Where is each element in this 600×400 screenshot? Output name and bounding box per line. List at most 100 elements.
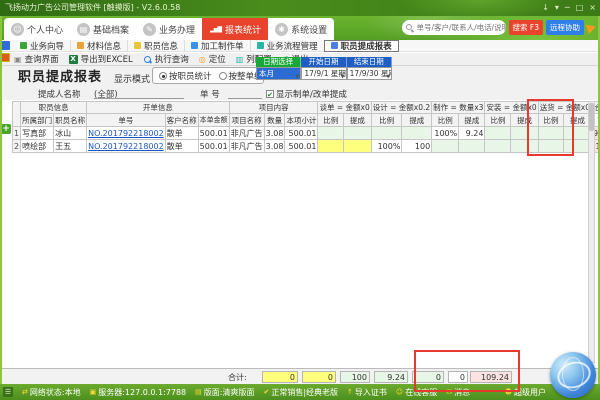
status-service[interactable]: ☺在线客服 <box>396 387 437 398</box>
close-icon[interactable]: × <box>589 0 596 16</box>
nav-tab-label: 个人中心 <box>27 23 63 36</box>
mode-radio-1[interactable]: 按职员统计 <box>159 70 212 82</box>
subtab-1[interactable]: 业务向导 <box>14 40 70 52</box>
table-cell[interactable] <box>318 140 344 153</box>
subtab-4[interactable]: 加工制作单 <box>184 40 250 52</box>
table-cell[interactable]: 2 <box>13 140 21 153</box>
subtab-2[interactable]: 材料信息 <box>70 40 127 52</box>
scrollbar-thumb[interactable] <box>589 103 594 131</box>
table-cell[interactable]: 喷绘部 <box>21 140 54 153</box>
column-header: 比例 <box>318 114 344 127</box>
remote-assist-button[interactable]: 远程协助 <box>546 20 584 35</box>
vertical-scrollbar[interactable] <box>588 101 595 363</box>
table-cell[interactable] <box>402 127 432 140</box>
table-cell[interactable]: 100% <box>432 127 459 140</box>
status-import[interactable]: ↑导入证书 <box>347 387 387 398</box>
table-cell[interactable]: 500.01 <box>285 127 318 140</box>
table-cell[interactable]: 100 <box>402 140 432 153</box>
status-message[interactable]: ✉消息 <box>446 387 470 398</box>
column-group-header: 谈单 = 金额x0 <box>318 102 371 114</box>
table-cell[interactable] <box>511 140 538 153</box>
table-cell[interactable]: 500.01 <box>285 140 318 153</box>
subtab-5[interactable]: 业务流程管理 <box>250 40 324 52</box>
form-icon: ▣ <box>14 55 22 64</box>
status-items-left: ⇄网络状态:本地▣服务器:127.0.0.1:7788▤版面:清爽版面✔正常销售… <box>22 387 470 398</box>
service-icon: ☺ <box>396 388 403 396</box>
table-cell[interactable] <box>371 127 402 140</box>
show-commission-checkbox[interactable]: ✔ 显示制单/改单提成 <box>266 88 347 100</box>
status-net: ⇄网络状态:本地 <box>22 387 81 398</box>
table-cell[interactable]: 散单 <box>165 127 198 140</box>
status-label: 消息 <box>454 387 470 398</box>
table-cell[interactable]: 非凡广告 <box>229 140 264 153</box>
status-superuser[interactable]: ☻超级用户 <box>505 387 546 398</box>
start-date-select[interactable]: 17/9/1 星期五▼ <box>301 67 346 80</box>
module-icon <box>191 42 198 49</box>
minimize-icon[interactable]: ─ <box>565 0 570 16</box>
table-cell[interactable]: 100% <box>371 140 402 153</box>
search-button[interactable]: 搜索 F3 <box>509 20 543 35</box>
table-cell[interactable] <box>485 140 511 153</box>
table-cell[interactable] <box>485 127 511 140</box>
date-preset-select[interactable]: 本月▼ <box>256 67 301 80</box>
table-cell[interactable] <box>432 140 459 153</box>
summary-cell: 0 <box>448 371 468 383</box>
table-cell[interactable] <box>344 140 372 153</box>
column-header: 比例 <box>485 114 511 127</box>
table-cell[interactable] <box>511 127 538 140</box>
column-header: 比例 <box>538 114 563 127</box>
table-cell[interactable] <box>318 127 344 140</box>
search-input[interactable] <box>402 20 506 35</box>
table-cell[interactable]: 500.01 <box>198 140 229 153</box>
archive-icon: ▤ <box>77 23 90 36</box>
nav-tab-gear[interactable]: ✱系统设置 <box>268 18 334 40</box>
column-header: 比例 <box>432 114 459 127</box>
summary-cell: 9.24 <box>374 371 408 383</box>
toolbar-form-button[interactable]: ▣查询界面 <box>14 53 59 65</box>
commission-name-input[interactable]: (全部) <box>94 88 184 99</box>
table-cell[interactable]: NO.201792218002 <box>87 127 166 140</box>
table-cell[interactable]: 500.01 <box>198 127 229 140</box>
subtab-6[interactable]: 职员提成报表 <box>324 40 399 52</box>
toolbar-lens2-button[interactable]: 执行查询 <box>143 53 189 65</box>
status-label: 超级用户 <box>514 387 546 398</box>
server-icon: ▣ <box>90 388 97 396</box>
menu-burger-icon[interactable]: ☰ <box>3 387 13 397</box>
skin-menu-icon[interactable]: ▾ <box>555 0 559 16</box>
download-icon[interactable]: ↓ <box>542 0 549 16</box>
end-date-select[interactable]: 17/9/30 星期六▼ <box>347 67 392 80</box>
nav-tab-archive[interactable]: ▤基础档案 <box>70 18 136 40</box>
subtab-3[interactable]: 职员信息 <box>127 40 184 52</box>
side-tool-red-icon[interactable] <box>1 53 10 62</box>
table-cell[interactable]: 王五 <box>54 140 87 153</box>
subtab-label: 加工制作单 <box>201 40 244 52</box>
add-row-icon[interactable]: + <box>1 124 11 134</box>
order-no-input[interactable] <box>228 88 262 99</box>
toolbar-excel-button[interactable]: X导出到EXCEL <box>69 53 133 65</box>
title-bar: 飞扬动力广告公司管理软件 [触摸版] - V2.6.0.58 ↓▾─□× <box>0 0 600 16</box>
table-cell[interactable]: 散单 <box>165 140 198 153</box>
nav-tab-biz[interactable]: ✎业务办理 <box>136 18 202 40</box>
display-mode-box: 按职员统计按整单统计 <box>152 67 264 84</box>
table-cell[interactable] <box>538 140 563 153</box>
status-server: ▣服务器:127.0.0.1:7788 <box>90 387 187 398</box>
table-cell[interactable]: 3.08 <box>264 127 285 140</box>
status-bar: ☰ ⇄网络状态:本地▣服务器:127.0.0.1:7788▤版面:清爽版面✔正常… <box>0 384 600 400</box>
table-cell[interactable]: 3.08 <box>264 140 285 153</box>
nav-tab-chart[interactable]: ▂▅▇报表统计 <box>202 18 268 40</box>
side-tool-blue-icon[interactable] <box>1 41 10 50</box>
status-layout: ▤版面:清爽版面 <box>195 387 254 398</box>
table-cell[interactable]: 非凡广告 <box>229 127 264 140</box>
table-cell[interactable]: 写真部 <box>21 127 54 140</box>
toolbar-locate-button[interactable]: ◎定位 <box>199 53 226 65</box>
table-cell[interactable] <box>538 127 563 140</box>
table-cell[interactable]: 1 <box>13 127 21 140</box>
nav-tab-user[interactable]: ☺个人中心 <box>4 18 70 40</box>
table-cell[interactable]: 9.24 <box>459 127 485 140</box>
table-cell[interactable]: NO.201792218002 <box>87 140 166 153</box>
table-cell[interactable]: 冰山 <box>54 127 87 140</box>
summary-bar: 合计: 001009.2400109.24 <box>2 368 598 384</box>
table-cell[interactable] <box>344 127 372 140</box>
table-cell[interactable] <box>459 140 485 153</box>
maximize-icon[interactable]: □ <box>576 0 584 16</box>
